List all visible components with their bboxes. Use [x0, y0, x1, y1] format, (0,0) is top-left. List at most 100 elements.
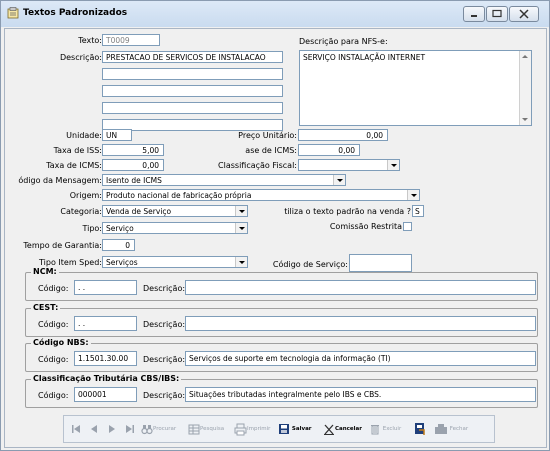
nbs-descricao-field[interactable]: Serviços de suporte em tecnologia da inf… [185, 351, 536, 366]
fechar-button[interactable]: Fechar [434, 420, 468, 438]
descricao-line-4[interactable] [102, 102, 283, 114]
cancelar-button[interactable]: Cancelar [323, 420, 362, 438]
prev-icon [91, 424, 97, 433]
grid-icon [188, 424, 200, 434]
base-icms-field[interactable]: 0,00 [298, 144, 360, 156]
nbs-codigo-field[interactable]: 1.1501.30.00 [74, 351, 137, 366]
ncm-codigo-field[interactable]: . . [74, 280, 137, 295]
taxa-icms-field[interactable]: 0,00 [102, 159, 164, 171]
cest-descricao-label: Descrição: [143, 320, 186, 329]
title-bar[interactable]: Textos Padronizados [1, 1, 549, 27]
pesquisa-button[interactable]: Pesquisa [188, 420, 224, 438]
ncm-descricao-field[interactable] [185, 280, 536, 295]
comissao-checkbox[interactable] [403, 222, 412, 231]
chevron-down-icon[interactable] [235, 257, 247, 267]
taxa-icms-label: Taxa de ICMS: [46, 161, 102, 170]
close-button[interactable] [509, 6, 539, 22]
utiliza-field[interactable]: S [412, 205, 424, 217]
nbs-descricao-label: Descrição: [143, 355, 186, 364]
cest-codigo-field[interactable]: . . [74, 316, 137, 331]
window-icon [7, 7, 19, 19]
descricao-field[interactable]: PRESTACAO DE SERVICOS DE INSTALACAO [102, 51, 283, 63]
cod-msg-select[interactable]: Isento de ICMS [102, 174, 346, 186]
ncm-title: NCM: [31, 267, 59, 276]
chevron-down-icon[interactable] [333, 175, 345, 185]
close-icon [519, 9, 529, 19]
minimize-icon [471, 15, 477, 17]
preco-field[interactable]: 0,00 [298, 129, 388, 141]
chevron-down-icon[interactable] [235, 206, 247, 216]
class-fiscal-select[interactable] [298, 159, 400, 171]
salvar-label: Salvar [291, 426, 312, 432]
excluir-label: Excluir [382, 426, 402, 432]
descricao-line-3[interactable] [102, 85, 283, 97]
first-icon [72, 424, 80, 433]
next-button[interactable] [106, 420, 118, 438]
texto-label: Texto: [78, 36, 102, 45]
ncm-group: NCM: Código: . . Descrição: [25, 267, 538, 301]
memo-scrollbar[interactable] [519, 51, 531, 125]
undo-icon [415, 422, 425, 435]
chevron-down-icon[interactable] [235, 223, 247, 233]
categoria-select[interactable]: Venda de Serviço [102, 205, 248, 217]
chevron-down-icon[interactable] [407, 190, 419, 200]
tipo-sped-select[interactable]: Serviços [102, 256, 248, 268]
cbs-ibs-codigo-label: Código: [38, 391, 69, 400]
scroll-down-icon[interactable] [522, 118, 528, 121]
unidade-field[interactable]: UN [102, 129, 132, 141]
procurar-button[interactable]: Procurar [141, 420, 176, 438]
pesquisa-label: Pesquisa [200, 426, 225, 432]
cancelar-label: Cancelar [335, 426, 362, 432]
origem-label: Origem: [69, 191, 102, 200]
binoculars-icon [141, 424, 153, 434]
ncm-descricao-label: Descrição: [143, 284, 186, 293]
cbs-ibs-title: Classificação Tributária CBS/IBS: [31, 374, 182, 383]
excluir-button[interactable]: Excluir [369, 420, 401, 438]
garantia-field[interactable]: 0 [102, 239, 135, 251]
nbs-codigo-label: Código: [38, 355, 69, 364]
next-icon [109, 424, 115, 433]
cest-title: CEST: [31, 303, 61, 312]
procurar-label: Procurar [153, 426, 177, 432]
taxa-iss-field[interactable]: 5,00 [102, 144, 164, 156]
utiliza-label: tiliza o texto padrão na venda ? [284, 207, 411, 216]
maximize-icon [492, 9, 502, 18]
desc-nfse-label: Descrição para NFS-e: [299, 37, 388, 46]
desfazer-button[interactable] [413, 420, 427, 438]
descricao-label: Descrição: [59, 53, 102, 62]
cbs-ibs-codigo-field[interactable]: 000001 [74, 387, 137, 402]
cod-servico-label: Código de Serviço: [272, 260, 348, 269]
tipo-sped-label: Tipo Item Sped: [39, 258, 102, 267]
scroll-up-icon[interactable] [522, 55, 528, 58]
cod-servico-field[interactable] [349, 254, 412, 272]
nbs-title: Código NBS: [31, 338, 91, 347]
cod-msg-label: ódigo da Mensagem: [18, 176, 102, 185]
texto-field[interactable]: T0009 [102, 34, 160, 46]
desc-nfse-memo[interactable]: SERVIÇO INSTALAÇÃO INTERNET [299, 50, 532, 126]
preco-label: Preço Unitário: [238, 131, 297, 140]
tipo-label: Tipo: [82, 224, 102, 233]
cest-descricao-field[interactable] [185, 316, 536, 331]
cancel-icon [324, 424, 334, 435]
class-fiscal-label: Classificação Fiscal: [218, 161, 297, 170]
minimize-button[interactable] [463, 6, 485, 22]
last-button[interactable] [124, 420, 136, 438]
prev-button[interactable] [88, 420, 100, 438]
printer-icon [234, 423, 247, 435]
descricao-line-2[interactable] [102, 68, 283, 80]
tipo-select[interactable]: Serviço [102, 222, 248, 234]
cest-group: CEST: Código: . . Descrição: [25, 303, 538, 337]
window: Textos Padronizados Texto: T0009 Descriç… [0, 0, 550, 451]
cbs-ibs-group: Classificação Tributária CBS/IBS: Código… [25, 374, 538, 408]
chevron-down-icon[interactable] [387, 160, 399, 170]
imprimir-button[interactable]: Imprimir [234, 420, 270, 438]
ncm-codigo-label: Código: [38, 284, 69, 293]
maximize-button[interactable] [486, 6, 508, 22]
first-button[interactable] [70, 420, 82, 438]
salvar-button[interactable]: Salvar [278, 420, 312, 438]
taxa-iss-label: Taxa de ISS: [53, 146, 102, 155]
navigation-toolbar: Procurar Pesquisa Imprimir Salvar Cancel… [63, 415, 495, 443]
origem-select[interactable]: Produto nacional de fabricação própria [102, 189, 420, 201]
cbs-ibs-descricao-field[interactable]: Situações tributadas integralmente pelo … [185, 387, 536, 402]
cbs-ibs-descricao-label: Descrição: [143, 391, 186, 400]
